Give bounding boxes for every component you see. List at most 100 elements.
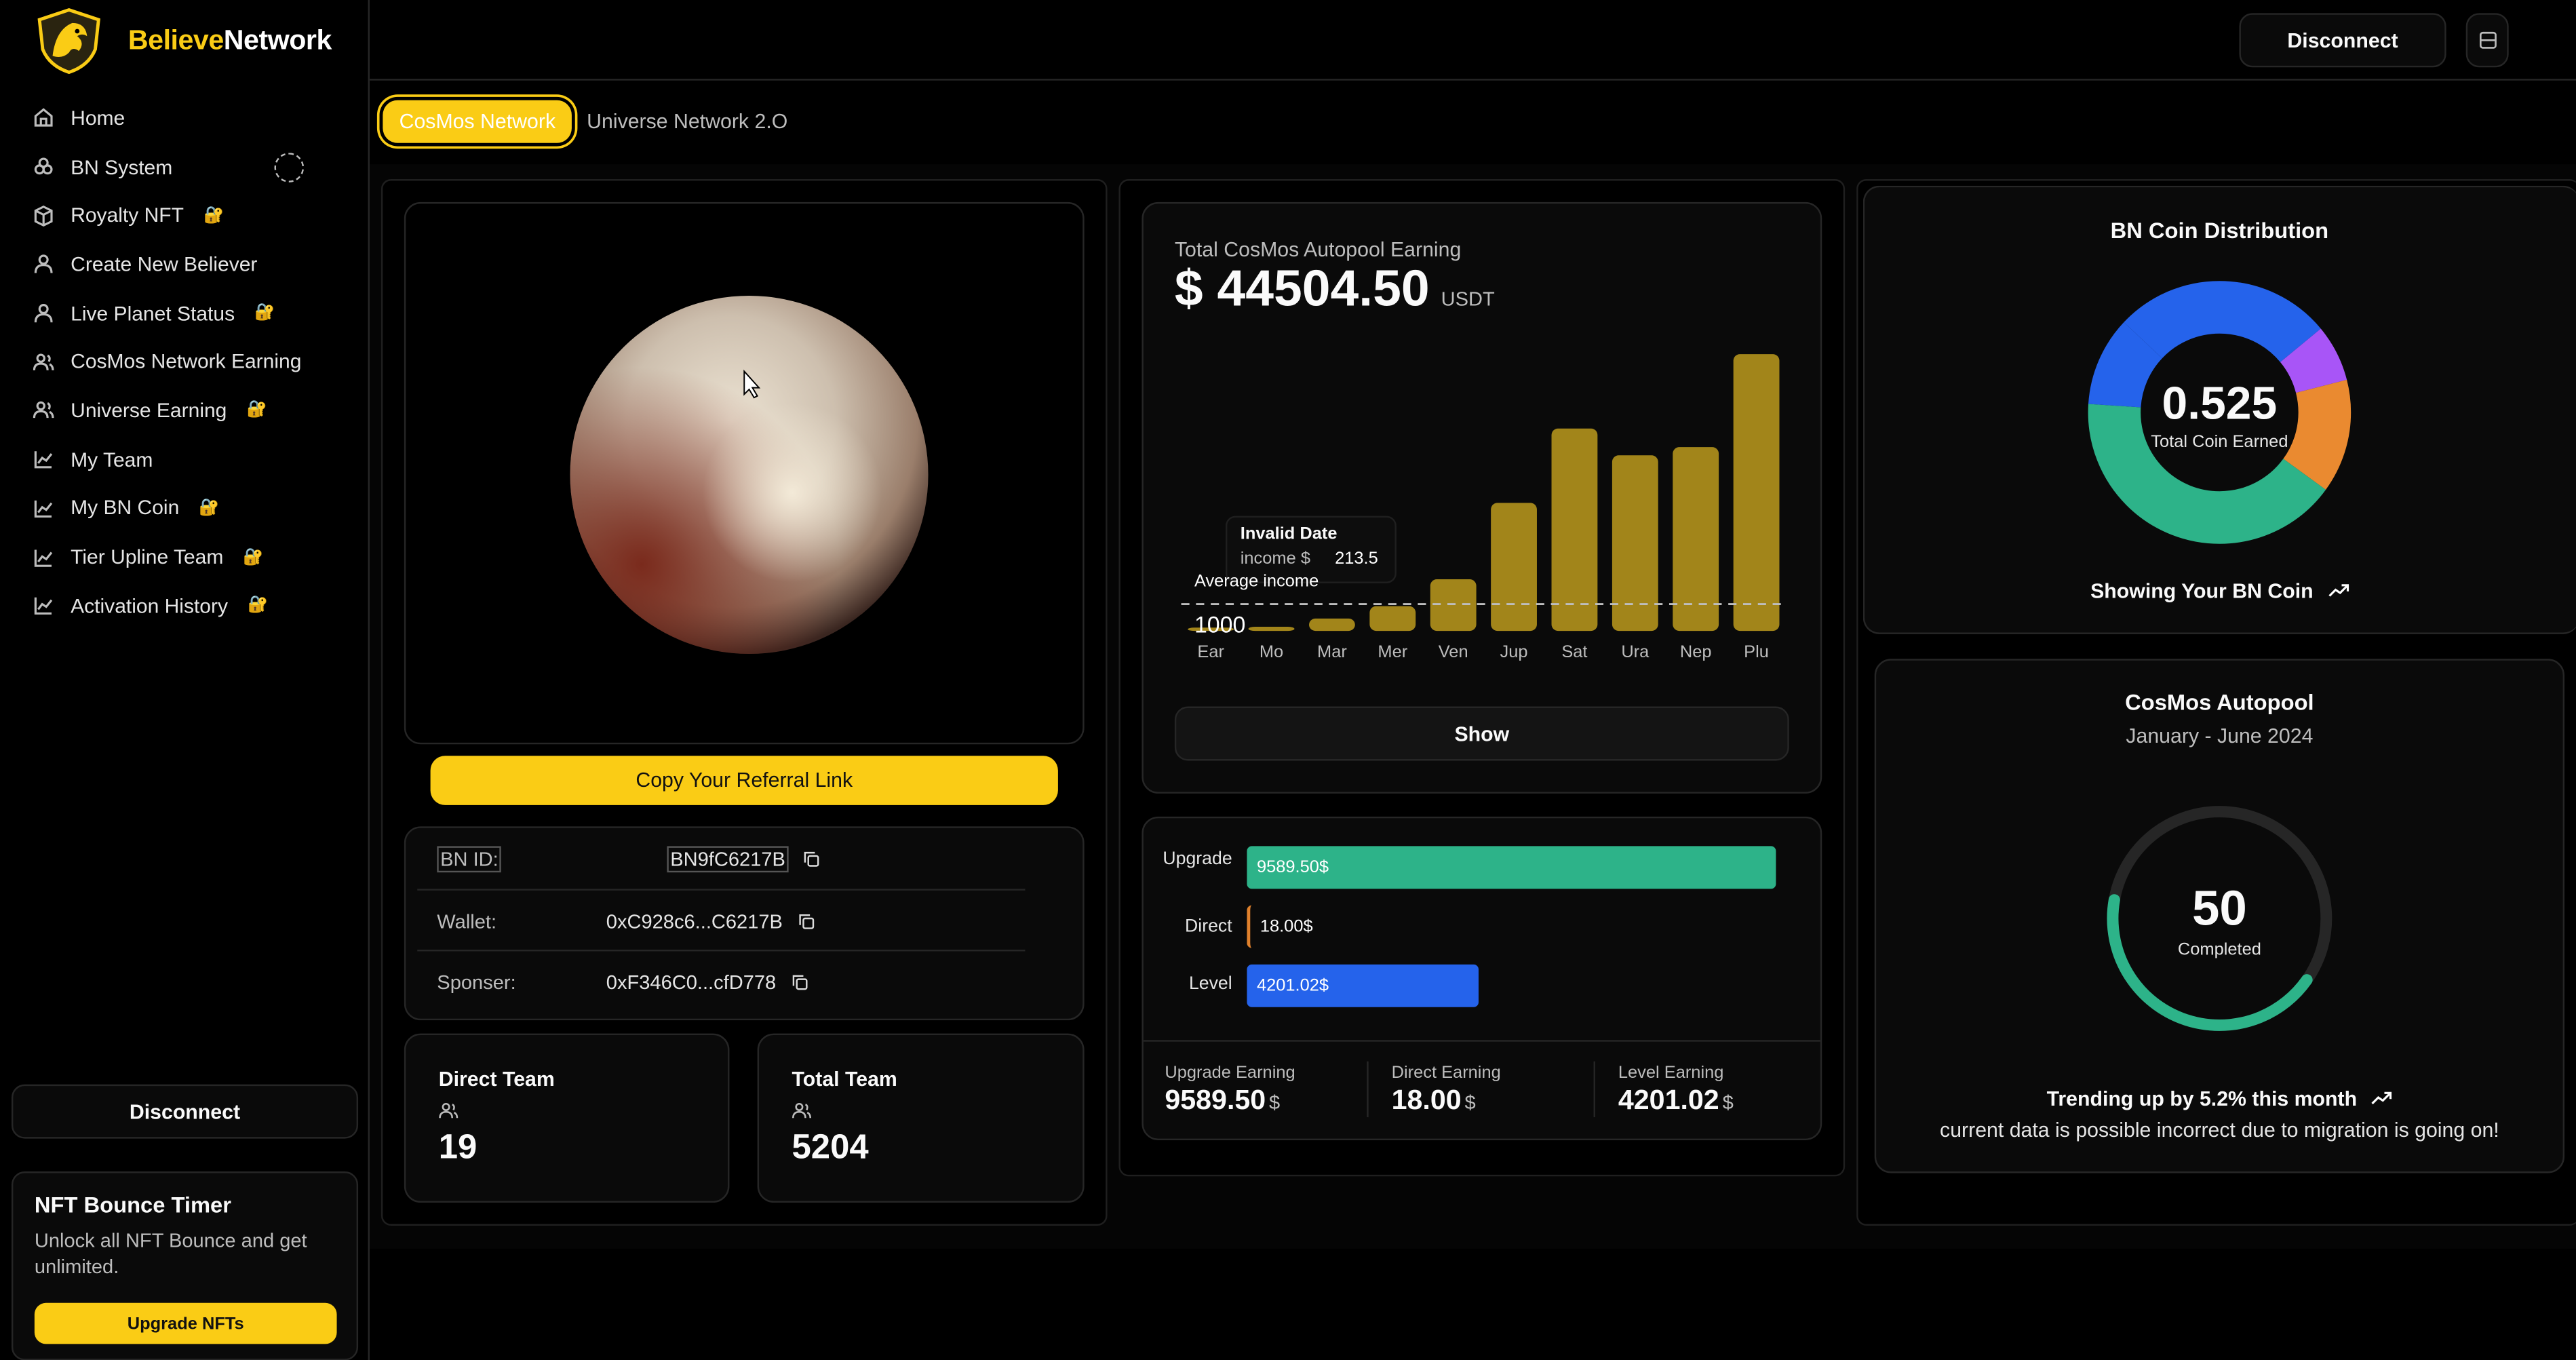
users-icon xyxy=(792,1102,812,1119)
direct-earning-value: 18.00 xyxy=(1391,1084,1462,1116)
wallet-value-wrap: 0xC928c6...C6217B xyxy=(606,910,815,933)
upgrade-bar-value: 9589.50$ xyxy=(1256,857,1329,878)
nft-card-title: NFT Bounce Timer xyxy=(34,1192,232,1218)
distribution-value: 0.525 xyxy=(2162,378,2278,429)
direct-team-card: Direct Team 19 xyxy=(404,1033,730,1203)
divider xyxy=(1143,1040,1820,1042)
chart-x-tick-label: Nep xyxy=(1680,642,1712,661)
copy-icon[interactable] xyxy=(798,914,815,930)
autopool-value-label: Completed xyxy=(2177,939,2261,960)
tooltip-title: Invalid Date xyxy=(1240,524,1338,544)
chart-bar xyxy=(1430,579,1477,632)
chart-bar xyxy=(1673,447,1719,632)
upgrade-earning-block: Upgrade Earning 9589.50 $ xyxy=(1165,1063,1295,1117)
sidebar-item-my-team[interactable]: My Team xyxy=(33,435,353,484)
direct-earning-block: Direct Earning 18.00 $ xyxy=(1392,1063,1501,1117)
sidebar-item-cosmos-network-earning[interactable]: CosMos Network Earning xyxy=(33,338,353,387)
lion-logo-icon xyxy=(37,7,100,75)
nft-bounce-card: NFT Bounce Timer Unlock all NFT Bounce a… xyxy=(11,1171,359,1360)
distribution-footer-text: Showing Your BN Coin xyxy=(2090,580,2314,603)
header-disconnect-button[interactable]: Disconnect xyxy=(2239,13,2446,68)
upgrade-nfts-button[interactable]: Upgrade NFTs xyxy=(34,1302,337,1344)
brand-name-part2: Network xyxy=(223,24,332,56)
copy-icon[interactable] xyxy=(804,851,820,868)
trending-up-icon xyxy=(2328,584,2349,597)
chart-line-icon xyxy=(34,549,53,566)
sidebar-item-universe-earning[interactable]: Universe Earning 🔐 xyxy=(33,387,353,435)
autopool-value: 50 xyxy=(2191,882,2247,937)
autopool-trend: Trending up by 5.2% this month xyxy=(1875,1087,2564,1110)
tooltip-value: 213.5 xyxy=(1335,549,1378,569)
sidebar-nav: Home BN System Royalty NFT 🔐 Create New … xyxy=(33,94,353,630)
sidebar-item-bn-system[interactable]: BN System xyxy=(33,142,353,191)
direct-earning-value-row: 18.00 $ xyxy=(1392,1085,1501,1117)
wallet-icon-button[interactable] xyxy=(2465,13,2509,68)
wallet-row: Wallet: xyxy=(437,910,496,933)
lock-icon: 🔐 xyxy=(246,402,267,420)
direct-label: Direct xyxy=(1185,916,1232,937)
lock-icon: 🔐 xyxy=(203,206,225,225)
sidebar-item-royalty-nft[interactable]: Royalty NFT 🔐 xyxy=(33,191,353,240)
chart-x-tick-label: Jup xyxy=(1500,642,1528,661)
sidebar-item-my-bn-coin[interactable]: My BN Coin 🔐 xyxy=(33,484,353,532)
sponsor-row: Sponser: xyxy=(437,971,515,994)
trending-up-icon xyxy=(2371,1091,2392,1105)
show-button[interactable]: Show xyxy=(1174,706,1789,761)
sidebar-item-activation-history[interactable]: Activation History 🔐 xyxy=(33,581,353,630)
sidebar-item-label: CosMos Network Earning xyxy=(71,350,302,374)
user-icon xyxy=(34,304,53,323)
users-icon xyxy=(33,353,54,370)
chart-bar xyxy=(1248,627,1295,632)
direct-earning-label: Direct Earning xyxy=(1391,1063,1501,1083)
tooltip-label: income $ xyxy=(1240,549,1310,569)
divider xyxy=(1367,1061,1369,1118)
copy-referral-link-button[interactable]: Copy Your Referral Link xyxy=(430,756,1058,805)
users-icon xyxy=(439,1102,458,1119)
lock-icon: 🔐 xyxy=(254,304,275,322)
distribution-sub: Total Coin Earned xyxy=(2151,432,2288,452)
sidebar-item-live-planet-status[interactable]: Live Planet Status 🔐 xyxy=(33,289,353,338)
copy-icon[interactable] xyxy=(792,974,808,990)
chart-line-icon xyxy=(34,598,53,615)
sidebar-disconnect-button[interactable]: Disconnect xyxy=(11,1084,359,1139)
coins-icon xyxy=(34,157,53,175)
chart-line-icon xyxy=(34,451,53,469)
level-bar: 4201.02$ xyxy=(1247,964,1479,1007)
autopool-period: January - June 2024 xyxy=(2126,724,2314,748)
upgrade-earning-value: 9589.50 xyxy=(1165,1084,1266,1116)
sidebar-item-tier-upline-team[interactable]: Tier Upline Team 🔐 xyxy=(33,532,353,581)
wallet-icon xyxy=(2478,31,2496,49)
chart-x-tick-label: Ven xyxy=(1439,642,1468,661)
distribution-footer: Showing Your BN Coin xyxy=(1863,580,2576,603)
chart-bar xyxy=(1612,455,1658,632)
currency-symbol: $ xyxy=(1722,1091,1734,1114)
divider xyxy=(417,950,1026,952)
chart-line-icon xyxy=(34,500,53,518)
total-team-value: 5204 xyxy=(792,1129,869,1167)
earning-unit: USDT xyxy=(1441,287,1495,311)
sidebar-item-home[interactable]: Home xyxy=(33,94,353,142)
sidebar-item-create-new-believer[interactable]: Create New Believer xyxy=(33,240,353,289)
total-team-label: Total Team xyxy=(792,1068,897,1091)
home-icon xyxy=(34,109,53,128)
chart-x-tick-label: Sat xyxy=(1561,642,1587,661)
chart-bar xyxy=(1491,503,1537,632)
direct-team-value: 19 xyxy=(438,1129,477,1167)
earning-title: Total CosMos Autopool Earning xyxy=(1174,238,1462,262)
brand-name-part1: Believe xyxy=(128,24,224,56)
sidebar-item-label: Home xyxy=(71,106,125,130)
lock-icon: 🔐 xyxy=(248,596,269,615)
sponsor-value: 0xF346C0...cfD778 xyxy=(606,971,777,994)
tab-cosmos-network[interactable]: CosMos Network xyxy=(383,100,572,143)
total-team-card: Total Team 5204 xyxy=(757,1033,1085,1203)
chart-bar xyxy=(1733,354,1780,632)
sponsor-value-wrap: 0xF346C0...cfD778 xyxy=(606,971,808,994)
tab-universe-network[interactable]: Universe Network 2.O xyxy=(587,110,787,133)
earning-bar-chart: Ear Mo Mar Mer Ven Jup Sat Ura Nep Plu xyxy=(1181,354,1783,661)
wallet-value: 0xC928c6...C6217B xyxy=(606,910,783,933)
brand[interactable]: BelieveNetwork xyxy=(33,7,332,76)
sidebar-item-label: Create New Believer xyxy=(71,252,258,276)
chart-x-tick-label: Mar xyxy=(1317,642,1347,661)
upgrade-bar: 9589.50$ xyxy=(1247,846,1776,889)
distribution-title: BN Coin Distribution xyxy=(2110,218,2329,244)
